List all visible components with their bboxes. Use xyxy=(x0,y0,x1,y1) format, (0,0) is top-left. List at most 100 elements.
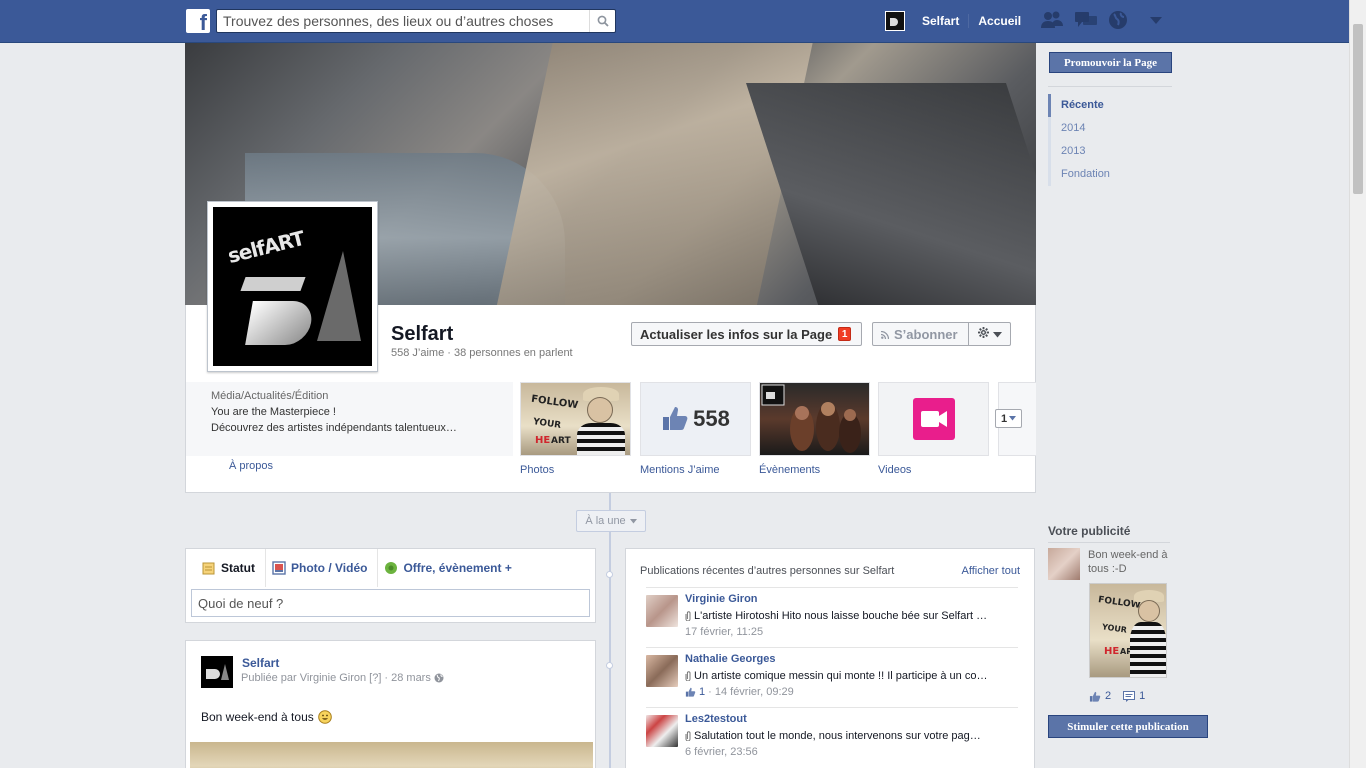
more-tabs-count: 1 xyxy=(1000,412,1008,425)
attachment-icon xyxy=(685,611,691,621)
timestamp-text[interactable]: · 14 février, 09:29 xyxy=(708,686,794,698)
events-tab-label[interactable]: Évènements xyxy=(759,464,820,476)
update-info-button[interactable]: Actualiser les infos sur la Page 1 xyxy=(631,322,862,346)
photos-tile[interactable]: FOLLOW YOUR HE ART xyxy=(520,382,631,456)
post-author-avatar[interactable] xyxy=(201,656,233,688)
timestamp-text[interactable]: 17 février, 11:25 xyxy=(685,626,763,638)
poster-avatar[interactable] xyxy=(646,655,678,687)
attachment-icon xyxy=(685,671,691,681)
post-help-link[interactable]: [?] xyxy=(369,672,381,684)
poster-name[interactable]: Les2testout xyxy=(685,713,747,725)
videos-tab-label[interactable]: Videos xyxy=(878,464,911,476)
art-head xyxy=(587,397,613,423)
post-date[interactable]: · 28 mars xyxy=(384,672,430,684)
like-count[interactable]: 1 xyxy=(699,686,705,698)
gear-icon xyxy=(977,327,989,341)
post-timestamp: 1 · 14 février, 09:29 xyxy=(685,686,794,698)
art-line-1: FOLLOW xyxy=(530,393,579,412)
page-category: Média/Actualités/Édition xyxy=(211,390,329,402)
ad-stats: 2 1 xyxy=(1089,690,1145,702)
art-line-3a: HE xyxy=(1104,646,1120,657)
art-line-2: YOUR xyxy=(532,417,562,431)
top-bar: f Selfart Accueil xyxy=(0,0,1366,43)
globe-privacy-icon[interactable] xyxy=(434,673,444,683)
art-line-3a: HE xyxy=(535,435,551,446)
thumbs-up-icon xyxy=(661,405,689,434)
about-link[interactable]: À propos xyxy=(229,460,273,472)
events-tile[interactable] xyxy=(759,382,870,456)
tab-status[interactable]: Statut xyxy=(196,549,266,587)
post-timestamp: 6 février, 23:56 xyxy=(685,746,758,758)
video-camera-icon xyxy=(912,398,955,440)
account-menu-icon[interactable] xyxy=(1150,16,1162,28)
update-info-label: Actualiser les infos sur la Page xyxy=(640,326,833,342)
promote-page-button[interactable]: Promouvoir la Page xyxy=(1049,52,1172,73)
about-summary[interactable]: Média/Actualités/Édition You are the Mas… xyxy=(186,382,513,456)
post-image[interactable] xyxy=(190,742,593,768)
poster-name[interactable]: Virginie Giron xyxy=(685,593,758,605)
tab-status-label: Statut xyxy=(221,561,255,575)
post-author-name[interactable]: Selfart xyxy=(242,656,279,670)
see-all-link[interactable]: Afficher tout xyxy=(962,565,1021,577)
photo-icon xyxy=(272,561,286,575)
timestamp-text[interactable]: 6 février, 23:56 xyxy=(685,746,758,758)
more-tabs-button[interactable]: 1 xyxy=(995,409,1022,428)
list-item[interactable]: Nathalie Georges Un artiste comique mess… xyxy=(646,647,1018,707)
page-title[interactable]: Selfart xyxy=(391,323,453,346)
recent-posts-title: Publications récentes d’autres personnes… xyxy=(640,565,895,577)
year-nav-2013[interactable]: 2013 xyxy=(1048,140,1172,163)
ad-image[interactable]: FOLLOW YOUR HE ART xyxy=(1089,583,1167,678)
year-nav-2014[interactable]: 2014 xyxy=(1048,117,1172,140)
tab-offer-label: Offre, évènement + xyxy=(403,561,512,575)
follow-your-heart-artwork: FOLLOW YOUR HE ART xyxy=(521,383,630,455)
videos-tile[interactable] xyxy=(878,382,989,456)
art-striped-shirt xyxy=(577,423,625,455)
tab-photo-video[interactable]: Photo / Vidéo xyxy=(266,549,379,587)
list-item[interactable]: Virginie Giron L'artiste Hirotoshi Hito … xyxy=(646,587,1018,647)
messages-icon[interactable] xyxy=(1074,10,1098,33)
cover-slab-right xyxy=(746,83,1036,305)
user-name-link[interactable]: Selfart xyxy=(913,14,970,28)
comment-icon xyxy=(1123,690,1136,702)
boost-post-button[interactable]: Stimuler cette publication xyxy=(1048,715,1208,738)
about-line-2: Découvrez des artistes indépendants tale… xyxy=(211,422,457,434)
poster-name[interactable]: Nathalie Georges xyxy=(685,653,775,665)
search-input[interactable] xyxy=(217,10,587,32)
logo-shape-d xyxy=(245,301,315,345)
likes-tab-label[interactable]: Mentions J’aime xyxy=(640,464,719,476)
profile-picture[interactable]: selfART xyxy=(207,201,378,372)
ad-text[interactable]: Bon week-end à tous :-D xyxy=(1088,548,1168,576)
logo-bar xyxy=(240,277,306,291)
globe-notifications-icon[interactable] xyxy=(1108,10,1128,33)
likes-tile[interactable]: 558 xyxy=(640,382,751,456)
top-nav: Selfart Accueil xyxy=(885,10,1030,32)
ad-like-count[interactable]: 2 xyxy=(1105,690,1111,702)
facebook-logo-icon[interactable]: f xyxy=(186,9,210,33)
list-item[interactable]: Les2testout Salutation tout le monde, no… xyxy=(646,707,1018,767)
photos-tab-label[interactable]: Photos xyxy=(520,464,554,476)
subscribe-button[interactable]: S’abonner xyxy=(872,322,969,346)
friends-icon[interactable] xyxy=(1040,10,1064,33)
poster-avatar[interactable] xyxy=(646,715,678,747)
user-avatar[interactable] xyxy=(885,11,905,31)
tab-offer-event[interactable]: Offre, évènement + xyxy=(378,549,521,587)
page-settings-button[interactable] xyxy=(968,322,1011,346)
page-scrollbar[interactable] xyxy=(1349,0,1366,768)
post-meta: Publiée par Virginie Giron [?] · 28 mars xyxy=(241,672,444,684)
logo-shape-a xyxy=(317,251,361,341)
year-nav-founded[interactable]: Fondation xyxy=(1048,163,1172,186)
chevron-down-icon xyxy=(992,327,1002,341)
poster-avatar[interactable] xyxy=(646,595,678,627)
post-published-by[interactable]: Publiée par Virginie Giron xyxy=(241,672,366,684)
rss-icon xyxy=(880,327,890,342)
art-striped-shirt xyxy=(1130,622,1166,677)
ad-comment-count[interactable]: 1 xyxy=(1139,690,1145,702)
ad-avatar[interactable] xyxy=(1048,548,1080,580)
search-icon[interactable] xyxy=(589,10,615,32)
year-nav-recent[interactable]: Récente xyxy=(1048,94,1172,117)
scrollbar-thumb[interactable] xyxy=(1353,24,1363,194)
composer-input[interactable] xyxy=(191,589,590,617)
home-link[interactable]: Accueil xyxy=(969,14,1030,28)
offer-badge-icon xyxy=(385,562,398,574)
highlights-selector[interactable]: À la une xyxy=(576,510,646,532)
